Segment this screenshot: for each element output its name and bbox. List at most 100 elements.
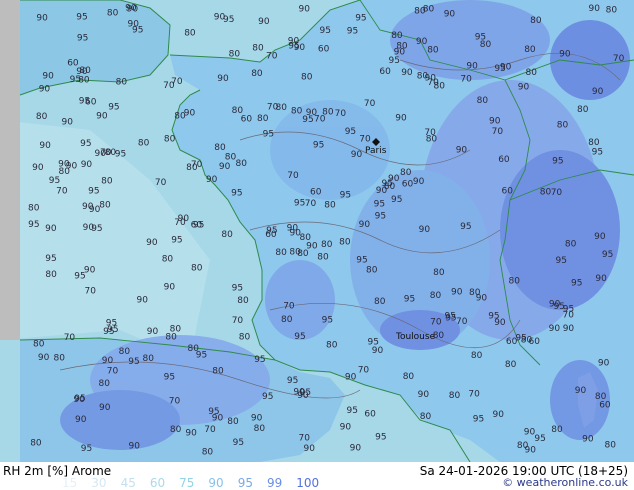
isoline-label: 95 xyxy=(355,14,366,24)
isoline-label: 90 xyxy=(401,68,413,78)
isoline-label: 90 xyxy=(217,74,229,84)
isoline-label: 80 xyxy=(184,29,196,39)
isoline-label: 70 xyxy=(174,218,186,228)
isoline-label: 90 xyxy=(45,224,57,234)
isoline-label: 80 xyxy=(366,266,378,276)
isoline-label: 95 xyxy=(74,271,85,281)
isoline-label: 90 xyxy=(589,4,601,14)
map-footer: RH 2m [%] Arome Sa 24-01-2026 19:00 UTC … xyxy=(0,462,634,490)
isoline-label: 95 xyxy=(108,103,119,113)
isoline-label: 90 xyxy=(418,390,430,400)
isoline-label: 95 xyxy=(287,376,298,386)
isoline-label: 80 xyxy=(505,360,517,370)
isoline-label: 80 xyxy=(326,341,338,351)
isoline-label: 80 xyxy=(107,9,119,19)
isoline-label: 90 xyxy=(549,324,561,334)
isoline-label: 80 xyxy=(162,255,174,265)
isoline-label: 90 xyxy=(62,117,74,127)
isoline-label: 60 xyxy=(85,98,97,108)
isoline-label: 80 xyxy=(257,114,269,124)
isoline-label: 90 xyxy=(304,444,316,454)
isoline-label: 70 xyxy=(287,171,299,181)
city-label-toulouse: Toulouse xyxy=(395,332,436,342)
isoline-label: 80 xyxy=(202,447,214,457)
isoline-label: 95 xyxy=(232,284,243,294)
isoline-label: 90 xyxy=(395,113,407,123)
isoline-label: 95 xyxy=(263,129,274,139)
isoline-label: 70 xyxy=(85,286,97,296)
isoline-label: 80 xyxy=(239,332,251,342)
isoline-label: 95 xyxy=(171,235,182,245)
isoline-label: 80 xyxy=(28,204,40,214)
isoline-label: 80 xyxy=(191,264,203,274)
isoline-label: 90 xyxy=(36,13,48,23)
isoline-label: 90 xyxy=(466,62,478,72)
isoline-label: 90 xyxy=(137,296,149,306)
site-credit[interactable]: © weatheronline.co.uk xyxy=(502,476,628,489)
isoline-label: 90 xyxy=(81,160,93,170)
isoline-label: 60 xyxy=(191,220,203,230)
isoline-label: 80 xyxy=(471,351,483,361)
isoline-label: 95 xyxy=(347,406,358,416)
legend-value-75: 75 xyxy=(179,476,195,490)
isoline-label: 90 xyxy=(219,162,231,172)
isoline-label: 95 xyxy=(473,414,484,424)
isoline-label: 90 xyxy=(559,50,571,60)
isoline-label: 80 xyxy=(449,391,461,401)
isoline-label: 80 xyxy=(170,325,182,335)
isoline-label: 80 xyxy=(301,73,313,83)
isoline-label: 60 xyxy=(67,59,79,69)
isoline-label: 95 xyxy=(460,222,471,232)
isoline-label: 70 xyxy=(359,135,371,145)
isoline-label: 80 xyxy=(423,4,435,14)
isoline-label: 80 xyxy=(565,239,577,249)
isoline-label: 95 xyxy=(602,250,613,260)
isoline-label: 95 xyxy=(404,294,415,304)
isoline-label: 95 xyxy=(294,199,305,209)
isoline-label: 95 xyxy=(106,319,117,329)
isoline-label: 90 xyxy=(595,274,607,284)
isoline-label: 95 xyxy=(300,388,311,398)
isoline-label: 90 xyxy=(444,10,456,20)
isoline-label: 80 xyxy=(254,424,266,434)
isoline-label: 70 xyxy=(171,77,183,87)
isoline-label: 95 xyxy=(128,357,139,367)
isoline-label: 95 xyxy=(571,279,582,289)
isoline-label: 95 xyxy=(302,115,313,125)
isoline-label: 70 xyxy=(430,318,442,328)
isoline-label: 90 xyxy=(164,282,176,292)
isoline-label: 90 xyxy=(99,403,111,413)
isoline-label: 90 xyxy=(575,386,587,396)
isoline-label: 70 xyxy=(492,127,504,137)
isoline-label: 70 xyxy=(613,54,625,64)
isoline-label: 90 xyxy=(493,410,505,420)
isoline-label: 80 xyxy=(188,344,200,354)
isoline-label: 90 xyxy=(287,224,299,234)
isoline-label: 70 xyxy=(358,366,370,376)
isoline-label: 80 xyxy=(420,412,432,422)
isoline-label: 70 xyxy=(299,433,311,443)
isoline-label: 90 xyxy=(251,414,263,424)
isoline-label: 70 xyxy=(56,187,68,197)
isoline-label: 80 xyxy=(403,372,415,382)
isoline-label: 90 xyxy=(388,174,400,184)
isoline-label: 60 xyxy=(241,115,253,125)
isoline-label: 90 xyxy=(350,444,362,454)
isoline-label: 70 xyxy=(232,316,244,326)
isoline-label: 80 xyxy=(221,230,233,240)
isoline-label: 95 xyxy=(320,26,331,36)
isoline-label: 95 xyxy=(266,226,277,236)
isoline-label: 90 xyxy=(39,84,51,94)
legend-value-90: 90 xyxy=(208,476,224,490)
isoline-label: 60 xyxy=(599,401,611,411)
isoline-label: 90 xyxy=(416,37,428,47)
isoline-label: 80 xyxy=(517,441,529,451)
isoline-label: 90 xyxy=(594,232,606,242)
legend-value-45: 45 xyxy=(120,476,136,490)
isoline-label: 95 xyxy=(356,255,367,265)
isoline-label: 90 xyxy=(96,112,108,122)
isoline-label: 95 xyxy=(375,212,386,222)
isoline-label: 80 xyxy=(236,159,248,169)
isoline-label: 90 xyxy=(58,160,70,170)
isoline-label: 70 xyxy=(305,199,317,209)
